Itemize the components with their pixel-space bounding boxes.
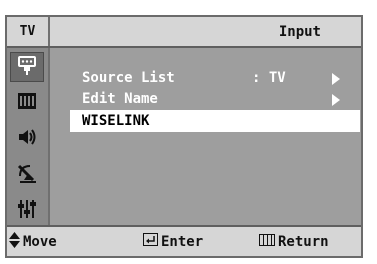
menu-item-wiselink[interactable]: WISELINK — [70, 110, 360, 132]
footer-enter-label: Enter — [161, 233, 204, 250]
menu-item-edit-name[interactable]: Edit Name — [70, 88, 360, 110]
sidebar — [7, 48, 50, 229]
footer-move-label: Move — [23, 233, 57, 250]
sidebar-item-input[interactable] — [10, 52, 44, 82]
footer-move-hint: Move — [9, 227, 57, 256]
chevron-right-icon — [332, 73, 340, 85]
header-section-label: TV — [7, 17, 50, 46]
setup-icon — [16, 198, 38, 224]
menu-header: TV Input — [7, 17, 361, 48]
menu-content: Source List : TV Edit Name WISELINK — [50, 48, 361, 229]
menu-item-label: WISELINK — [82, 113, 150, 129]
menu-item-value: : TV — [252, 70, 286, 86]
sidebar-item-channel[interactable] — [10, 160, 44, 190]
footer-enter-hint: Enter — [143, 227, 203, 256]
menu-item-label: Source List — [82, 70, 175, 86]
footer-return-hint: Return — [259, 227, 329, 256]
menu-item-source-list[interactable]: Source List : TV — [70, 67, 360, 89]
input-icon — [16, 54, 38, 80]
channel-icon — [16, 162, 38, 188]
footer-return-label: Return — [278, 233, 329, 250]
return-icon — [259, 233, 278, 250]
picture-icon — [16, 91, 38, 115]
menu-footer: Move Enter Return — [7, 225, 361, 256]
sidebar-item-setup[interactable] — [10, 196, 44, 226]
page-title: Input — [278, 23, 321, 40]
menu-item-label: Edit Name — [82, 91, 158, 107]
up-down-arrow-icon — [9, 231, 23, 252]
sidebar-item-picture[interactable] — [10, 88, 44, 118]
sound-icon — [16, 127, 38, 151]
sidebar-item-sound[interactable] — [10, 124, 44, 154]
enter-icon — [143, 233, 161, 250]
tv-osd-menu: TV Input Source List: TV Edit Name WISE… — [5, 15, 363, 258]
chevron-right-icon — [332, 94, 340, 106]
